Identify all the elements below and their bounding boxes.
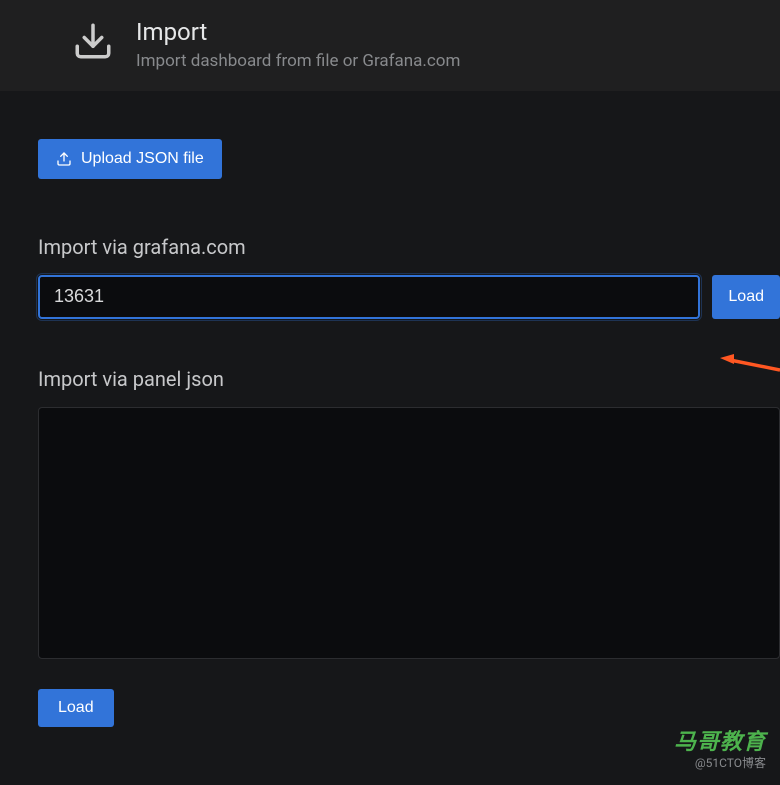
page-title: Import — [136, 18, 460, 47]
main-content: Upload JSON file Import via grafana.com … — [0, 91, 780, 727]
grafana-section-label: Import via grafana.com — [38, 235, 742, 259]
panel-json-load-button[interactable]: Load — [38, 689, 114, 727]
header-text-group: Import Import dashboard from file or Gra… — [136, 18, 460, 71]
upload-json-button[interactable]: Upload JSON file — [38, 139, 222, 179]
page-subtitle: Import dashboard from file or Grafana.co… — [136, 51, 460, 71]
watermark-main-text: 马哥教育 — [674, 724, 766, 756]
import-icon — [72, 20, 114, 62]
panel-json-textarea[interactable] — [38, 407, 780, 659]
grafana-input-row: Load — [38, 275, 742, 319]
watermark-sub-text: @51CTO博客 — [674, 754, 766, 771]
watermark: 马哥教育 @51CTO博客 — [674, 724, 766, 771]
upload-button-label: Upload JSON file — [81, 150, 204, 168]
grafana-id-input[interactable] — [38, 275, 700, 319]
upload-icon — [56, 151, 72, 167]
page-header: Import Import dashboard from file or Gra… — [0, 0, 780, 91]
panel-json-section-label: Import via panel json — [38, 367, 742, 391]
grafana-load-button[interactable]: Load — [712, 275, 780, 319]
